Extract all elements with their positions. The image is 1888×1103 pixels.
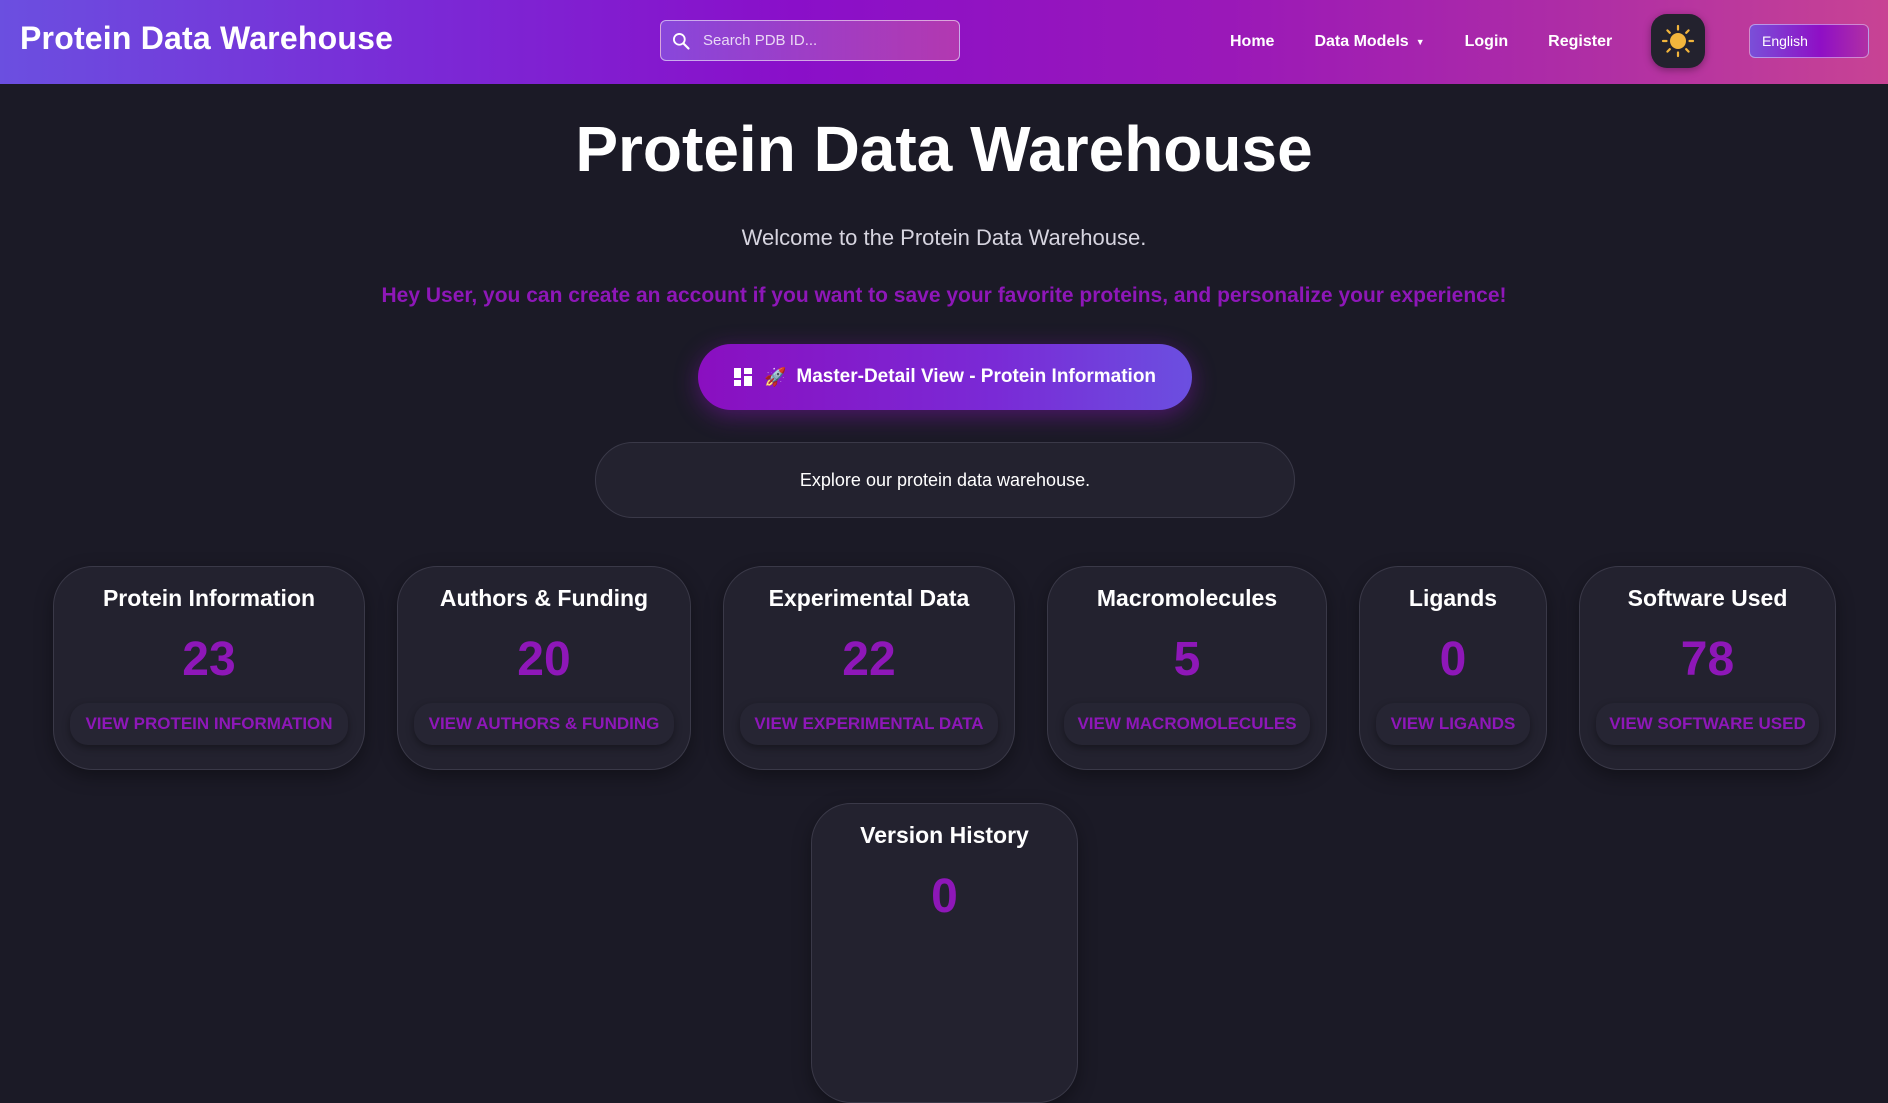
card-count: 22 [842, 633, 896, 686]
explore-text: Explore our protein data warehouse. [799, 469, 1091, 490]
master-detail-view-label: Master-Detail View - Protein Information [796, 366, 1157, 387]
nav-data-models-label: Data Models [1314, 33, 1409, 50]
card-count: 20 [517, 633, 571, 686]
card-experimental-data: Experimental Data 22 View Experimental D… [723, 566, 1015, 770]
top-navbar: Protein Data Warehouse Home Data Models … [0, 0, 1888, 84]
view-macromolecules-button[interactable]: View Macromolecules [1064, 703, 1310, 745]
card-macromolecules: Macromolecules 5 View Macromolecules [1047, 566, 1327, 770]
card-title: Software Used [1627, 585, 1788, 611]
nav-home-link[interactable]: Home [1230, 33, 1274, 51]
card-title: Ligands [1408, 585, 1498, 611]
page-title: Protein Data Warehouse [575, 113, 1313, 185]
card-title: Experimental Data [768, 585, 970, 611]
card-title: Authors & Funding [439, 585, 649, 611]
search-input[interactable] [703, 32, 943, 49]
card-count: 23 [182, 633, 236, 686]
nav-data-models-dropdown[interactable]: Data Models ▼ [1314, 33, 1424, 51]
card-software-used: Software Used 78 View Software Used [1579, 566, 1836, 770]
dashboard-icon [733, 368, 752, 386]
master-detail-view-button[interactable]: 🚀 Master-Detail View - Protein Informati… [698, 344, 1192, 410]
welcome-text: Welcome to the Protein Data Warehouse. [741, 225, 1147, 250]
view-software-used-button[interactable]: View Software Used [1596, 703, 1819, 745]
card-count: 5 [1173, 633, 1201, 686]
rocket-icon: 🚀 [763, 366, 787, 387]
card-version-history: Version History 0 [811, 803, 1078, 1103]
card-protein-information: Protein Information 23 View Protein Info… [53, 566, 365, 770]
view-experimental-data-button[interactable]: View Experimental Data [740, 703, 998, 745]
nav-login-link[interactable]: Login [1465, 33, 1509, 51]
sun-icon [1661, 24, 1695, 58]
search-bar[interactable] [660, 20, 960, 61]
card-authors-funding: Authors & Funding 20 View Authors & Fund… [397, 566, 691, 770]
explore-banner: Explore our protein data warehouse. [595, 442, 1295, 518]
card-title: Protein Information [102, 585, 316, 611]
nav-register-link[interactable]: Register [1548, 33, 1612, 51]
account-prompt-text: Hey User, you can create an account if y… [381, 284, 1507, 307]
caret-down-icon: ▼ [1415, 37, 1425, 47]
card-count: 78 [1680, 633, 1735, 686]
theme-toggle-button[interactable] [1651, 14, 1705, 68]
card-ligands: Ligands 0 View Ligands [1359, 566, 1547, 770]
card-title: Macromolecules [1096, 585, 1278, 611]
view-ligands-button[interactable]: View Ligands [1376, 703, 1530, 745]
card-title: Version History [860, 822, 1029, 848]
search-icon [673, 32, 690, 50]
view-authors-funding-button[interactable]: View Authors & Funding [414, 703, 674, 745]
brand-logo-text[interactable]: Protein Data Warehouse [20, 20, 393, 57]
card-count: 0 [931, 870, 958, 923]
language-select[interactable]: English [1749, 24, 1869, 58]
view-protein-information-button[interactable]: View Protein Information [70, 703, 348, 745]
card-count: 0 [1439, 633, 1467, 686]
nav-links: Home Data Models ▼ Login Register [1230, 0, 1652, 84]
